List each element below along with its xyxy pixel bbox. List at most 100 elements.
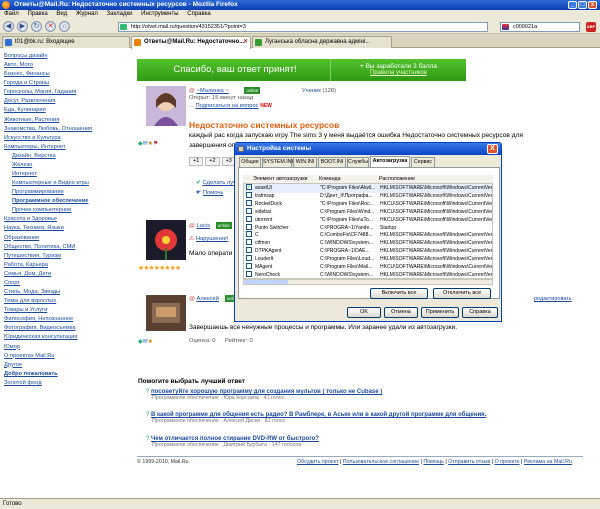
sidebar-item[interactable]: Добро пожаловать [4,370,132,379]
tab-tools[interactable]: Сервис [411,157,435,167]
sidebar-item[interactable]: Прочее компьютерное [4,206,132,215]
rating-stars-icon[interactable]: ★★★★★★★★ [138,265,181,272]
tab-boot-ini[interactable]: BOOT.INI [318,157,346,167]
sidebar-item[interactable]: Фотография, Видеосъемка [4,324,132,333]
startup-checkbox[interactable] [246,263,252,269]
footer-link[interactable]: Помощь [423,459,443,465]
footer-link[interactable]: Отправить отзыв [448,459,490,465]
menu-view[interactable]: Вид [56,11,67,17]
sidebar-item[interactable]: Золотой фонд [4,379,132,388]
answer1-author[interactable]: Lacis [197,223,211,229]
startup-checkbox[interactable] [246,199,252,206]
footer-link[interactable]: Реклама на Mail.Ru [524,459,572,465]
footer-link[interactable]: Пользовательское соглашение [343,459,419,465]
sidebar-item[interactable]: Компьютеры, Интернет [4,143,132,152]
tab-win-ini[interactable]: WIN.INI [293,157,317,167]
startup-checkbox[interactable] [246,215,252,222]
col-item[interactable]: Элемент автозагрузки [253,175,308,184]
enable-all-button[interactable]: Включить все [370,288,428,299]
reload-icon[interactable]: ↻ [31,21,42,32]
edit-link[interactable]: редактировать [534,296,572,302]
sidebar-item[interactable]: Семья, Дом, Дети [4,270,132,279]
answer2-avatar[interactable] [146,295,186,331]
startup-checkbox[interactable] [246,239,252,246]
help-link-text[interactable]: Помочь [203,190,224,196]
tab-general[interactable]: Общие [239,157,261,167]
sidebar-item[interactable]: Другое [4,361,132,370]
sidebar-item[interactable]: Бизнес, Финансы [4,70,132,79]
sidebar-item[interactable]: Темы для взрослых [4,297,132,306]
tab-otvety[interactable]: Ответы@Mail.Ru: Недостаточно... ✕ [131,36,251,49]
sidebar-item[interactable]: Образование [4,234,132,243]
dialog-close-button[interactable]: X [487,144,498,154]
search-engine-icon[interactable] [502,24,509,30]
minimize-button[interactable]: _ [568,1,577,9]
sidebar-item[interactable]: Спорт [4,279,132,288]
forward-icon[interactable]: ▶ [17,21,28,32]
sidebar-item[interactable]: Наука, Техника, Языки [4,224,132,233]
sidebar-item[interactable]: Животные, Растения [4,116,132,125]
sidebar-item[interactable]: Знакомства, Любовь, Отношения [4,125,132,134]
apply-button[interactable]: Применить [421,307,459,318]
cancel-button[interactable]: Отмена [384,307,418,318]
tab-close-icon[interactable]: ✕ [243,37,248,48]
back-icon[interactable]: ◀ [3,21,14,32]
sidebar-item[interactable]: Города и Страны [4,79,132,88]
help-button[interactable]: Справка [462,307,498,318]
menu-edit[interactable]: Правка [27,11,47,17]
asker-name[interactable]: ~Малинка ~ [197,88,229,94]
subscribe-link[interactable]: Подписаться на вопрос [195,103,258,109]
tab-lugansk[interactable]: Луганська обласна державна адміні... [252,36,392,48]
answer2-author[interactable]: Алексей [197,296,219,302]
vote-2[interactable]: +2 [205,157,220,166]
sidebar-item[interactable]: Путешествия, Туризм [4,252,132,261]
footer-link[interactable]: О проекте [495,459,520,465]
startup-checkbox[interactable] [246,207,252,214]
sidebar-item[interactable]: Гороскопы, Магия, Гадания [4,88,132,97]
sidebar-item[interactable]: Работа, Карьера [4,261,132,270]
col-location[interactable]: Расположение [379,175,415,184]
startup-checkbox[interactable] [246,191,252,198]
sidebar-item[interactable]: Красота и Здоровье [4,215,132,224]
ok-button[interactable]: OK [347,307,381,318]
sidebar-item[interactable]: Компьютерные и Видео игры [4,179,132,188]
stop-icon[interactable]: ✕ [45,21,56,32]
sidebar-item[interactable]: Философия, Непознанное [4,315,132,324]
complain-link[interactable]: Нарушение! [196,236,229,242]
maximize-button[interactable]: □ [578,1,587,9]
sidebar-item[interactable]: Дизайн, Верстка [4,152,132,161]
sidebar-item[interactable]: О проектах Mail.Ru [4,352,132,361]
sidebar-item[interactable]: Товары и Услуги [4,306,132,315]
sidebar-item[interactable]: Досуг, Развлечения [4,97,132,106]
tab-services[interactable]: Службы [347,157,369,167]
startup-checkbox[interactable] [246,231,252,238]
asker-avatar[interactable] [146,86,186,126]
startup-checkbox[interactable]: ✓ [246,184,252,190]
rules-link[interactable]: Правила участников [331,70,466,76]
startup-checkbox[interactable] [246,270,252,277]
menu-file[interactable]: Файл [4,11,19,17]
sidebar-item[interactable]: Железо [4,161,132,170]
url-bar[interactable]: http://otvet.mail.ru/question/43152351/?… [118,22,488,32]
star-icon[interactable]: ★ [148,339,153,345]
sidebar-item[interactable]: Еда, Кулинария [4,106,132,115]
sidebar-item[interactable]: Общество, Политика, СМИ [4,243,132,252]
startup-row[interactable]: NeroCheck C:\WINDOWS\system... HKLM\SOFTWA… [244,270,492,278]
startup-checkbox[interactable] [246,247,252,254]
adblock-icon[interactable]: ABP [586,22,596,32]
tab-system-ini[interactable]: SYSTEM.INI [262,157,293,167]
search-input[interactable]: c000021a [500,22,580,32]
sidebar-item[interactable]: Искусство и Культура [4,134,132,143]
answer1-avatar[interactable] [146,220,186,260]
sidebar-item[interactable]: Юридическая консультация [4,333,132,342]
startup-checkbox[interactable] [246,223,252,230]
sidebar-item[interactable]: Программирование [4,188,132,197]
flag-icon[interactable]: ⚑ [153,141,158,147]
vote-1[interactable]: +1 [189,157,204,166]
close-button[interactable]: x [588,1,597,9]
home-icon[interactable]: ⌂ [59,21,70,32]
menu-tools[interactable]: Инструменты [141,11,178,17]
menu-history[interactable]: Журнал [76,11,98,17]
sidebar-item[interactable]: Стиль, Мода, Звезды [4,288,132,297]
startup-checkbox[interactable] [246,255,252,262]
